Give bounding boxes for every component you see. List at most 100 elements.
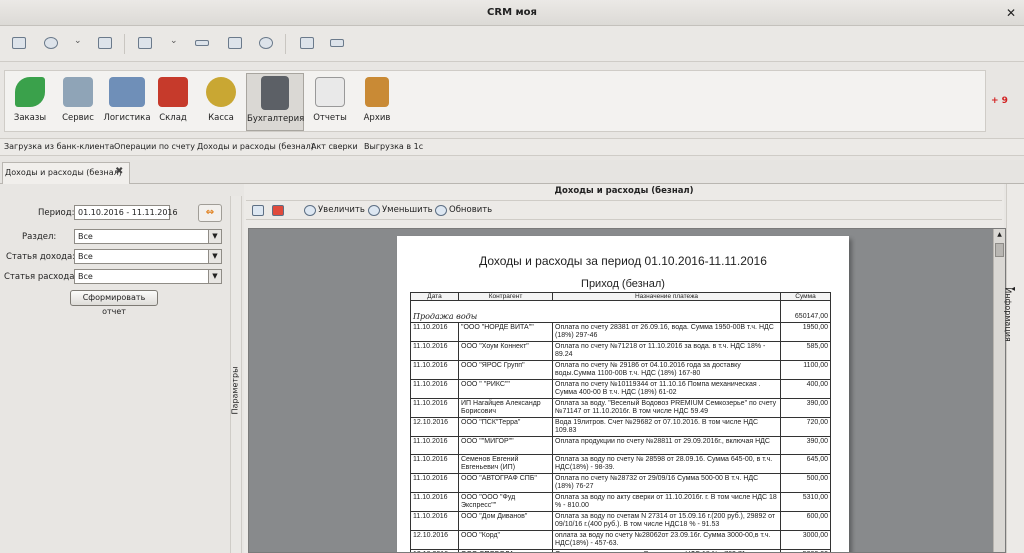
- info-panel-bar[interactable]: ◂ Информация: [1004, 184, 1024, 553]
- subnav-income-expense[interactable]: Доходы и расходы (безнал): [197, 142, 314, 151]
- cell-party: ООО "ООО "Фуд Экспресс"": [458, 492, 553, 512]
- cell-date: 12.10.2016: [410, 549, 459, 552]
- module-logistics[interactable]: Логистика: [103, 75, 151, 131]
- cell-date: 11.10.2016: [410, 341, 459, 361]
- tab-label: Доходы и расходы (безнал): [5, 168, 122, 177]
- cell-date: 11.10.2016: [410, 398, 459, 418]
- module-archive[interactable]: Архив: [357, 75, 397, 131]
- search-icon[interactable]: [138, 37, 152, 49]
- generate-report-button[interactable]: Сформировать отчет: [70, 290, 158, 316]
- cell-party: ООО "ПСК"Терра": [458, 417, 553, 437]
- cell-purpose: Оплата за воду по счету ... В том числе …: [552, 549, 781, 552]
- cell-date: 11.10.2016: [410, 360, 459, 380]
- table-row: 11.10.2016 ООО "ЯРОС Групп" Оплата по счет…: [410, 360, 831, 380]
- report-subtitle: Приход (безнал): [581, 278, 665, 290]
- module-cash[interactable]: Касса: [201, 75, 241, 131]
- zoom-out-icon[interactable]: [368, 205, 380, 216]
- cell-party: "ООО "НОРДЕ ВИТА"": [458, 322, 553, 342]
- module-warehouse[interactable]: Склад: [155, 75, 191, 131]
- module-accounting[interactable]: Бухгалтерия: [246, 73, 304, 131]
- table-row: 11.10.2016 ООО "АВТОГРАФ СПБ" Оплата по сч…: [410, 473, 831, 493]
- cell-date: 12.10.2016: [410, 530, 459, 550]
- cell-sum: 400,00: [780, 379, 831, 399]
- calculator-icon: [261, 76, 289, 110]
- close-icon[interactable]: ✕: [1006, 0, 1016, 26]
- checklist-icon[interactable]: [300, 37, 314, 49]
- report-viewport[interactable]: Доходы и расходы за период 01.10.2016-11…: [248, 228, 1006, 553]
- keyboard-icon[interactable]: [195, 40, 209, 46]
- chevron-down-icon[interactable]: ⌄: [170, 36, 178, 46]
- cell-purpose: Оплата по счету 28381 от 26.09.16, вода.…: [552, 322, 781, 342]
- window-icon[interactable]: [12, 37, 26, 49]
- cell-sum: 390,00: [780, 398, 831, 418]
- cell-party: ООО " "РИКС"": [458, 379, 553, 399]
- cell-purpose: оплата за воду по счету №28062от 23.09.1…: [552, 530, 781, 550]
- cell-sum: 645,00: [780, 454, 831, 474]
- plug-icon[interactable]: [330, 39, 344, 47]
- cell-date: 11.10.2016: [410, 492, 459, 512]
- income-select[interactable]: Все ▼: [74, 249, 222, 264]
- section-select[interactable]: Все ▼: [74, 229, 222, 244]
- floppy-icon[interactable]: [272, 205, 284, 216]
- cell-party: ООО "Дом Диванов": [458, 511, 553, 531]
- scroll-thumb[interactable]: [995, 243, 1004, 257]
- subnav-export-1c[interactable]: Выгрузка в 1с: [364, 142, 423, 151]
- window-title: CRM моя: [487, 7, 537, 18]
- cell-purpose: Оплата продукции по счету №28811 от 29.0…: [552, 436, 781, 455]
- close-tab-icon[interactable]: ✖: [115, 166, 123, 177]
- chevron-down-icon[interactable]: ⌄: [74, 36, 82, 46]
- toolbar-divider: [124, 34, 125, 54]
- zoom-in-icon[interactable]: [304, 205, 316, 216]
- cell-date: 11.10.2016: [410, 322, 459, 342]
- cabinet-icon: [365, 77, 389, 107]
- printer-icon[interactable]: [252, 205, 264, 216]
- cell-purpose: Оплата за воду по счетам N 27314 от 15.0…: [552, 511, 781, 531]
- zoom-out-button[interactable]: Уменьшить: [382, 205, 433, 215]
- chevron-down-icon[interactable]: ▼: [208, 250, 221, 263]
- scroll-up-icon[interactable]: ▲: [994, 231, 1005, 238]
- tools-icon: [63, 77, 93, 107]
- module-orders[interactable]: Заказы: [9, 75, 51, 131]
- copy-icon[interactable]: [98, 37, 112, 49]
- table-row: 11.10.2016 Семенов Евгений Евгеньевич (ИП…: [410, 454, 831, 474]
- cell-purpose: Оплата по счету № 29186 от 04.10.2016 го…: [552, 360, 781, 380]
- gears-icon[interactable]: [259, 37, 273, 49]
- title-bar: CRM моя ✕: [0, 0, 1024, 26]
- subnav-reconciliation[interactable]: Акт сверки: [311, 142, 358, 151]
- refresh-icon[interactable]: [435, 205, 447, 216]
- warehouse-icon: [158, 77, 188, 107]
- expense-select[interactable]: Все ▼: [74, 269, 222, 284]
- tab-income-expense[interactable]: Доходы и расходы (безнал) ✖: [2, 162, 130, 184]
- report-title: Доходы и расходы за период 01.10.2016-11…: [479, 254, 767, 268]
- report-icon: [315, 77, 345, 107]
- chevron-down-icon[interactable]: ▼: [208, 270, 221, 283]
- truck-icon: [109, 77, 145, 107]
- subnav-bank-import[interactable]: Загрузка из банк-клиента: [4, 142, 114, 151]
- table-row: 11.10.2016 ООО "Дом Диванов" Оплата за вод…: [410, 511, 831, 531]
- subnav-account-operations[interactable]: Операции по счету: [114, 142, 195, 151]
- period-swap-button[interactable]: ⇔: [198, 204, 222, 222]
- cell-party: ООО СПОБОЛА: [458, 549, 553, 552]
- module-reports[interactable]: Отчеты: [310, 75, 350, 131]
- vertical-scrollbar[interactable]: ▲: [993, 229, 1005, 552]
- move-icon[interactable]: [44, 37, 58, 49]
- notification-counter[interactable]: + 9: [991, 96, 1008, 106]
- calc-icon[interactable]: [228, 37, 242, 49]
- cell-party: ООО "ЯРОС Групп": [458, 360, 553, 380]
- period-field[interactable]: 01.10.2016 - 11.11.2016: [74, 205, 178, 220]
- parameters-collapse-bar[interactable]: Параметры: [230, 196, 242, 553]
- module-service[interactable]: Сервис: [57, 75, 99, 131]
- refresh-button[interactable]: Обновить: [449, 205, 492, 215]
- cell-date: 11.10.2016: [410, 436, 459, 455]
- zoom-in-button[interactable]: Увеличить: [318, 205, 365, 215]
- cell-date: 11.10.2016: [410, 379, 459, 399]
- report-table: Дата Контрагент Назначение платежа Сумма…: [410, 292, 831, 552]
- cell-party: ООО ""МИГОР"": [458, 436, 553, 455]
- period-label: Период:: [38, 208, 75, 218]
- chevron-down-icon[interactable]: ▼: [208, 230, 221, 243]
- cell-date: 11.10.2016: [410, 511, 459, 531]
- income-label: Статья дохода:: [6, 252, 76, 262]
- report-header: Доходы и расходы (безнал): [554, 186, 694, 196]
- cell-sum: 1950,00: [780, 322, 831, 342]
- cell-sum: 600,00: [780, 511, 831, 531]
